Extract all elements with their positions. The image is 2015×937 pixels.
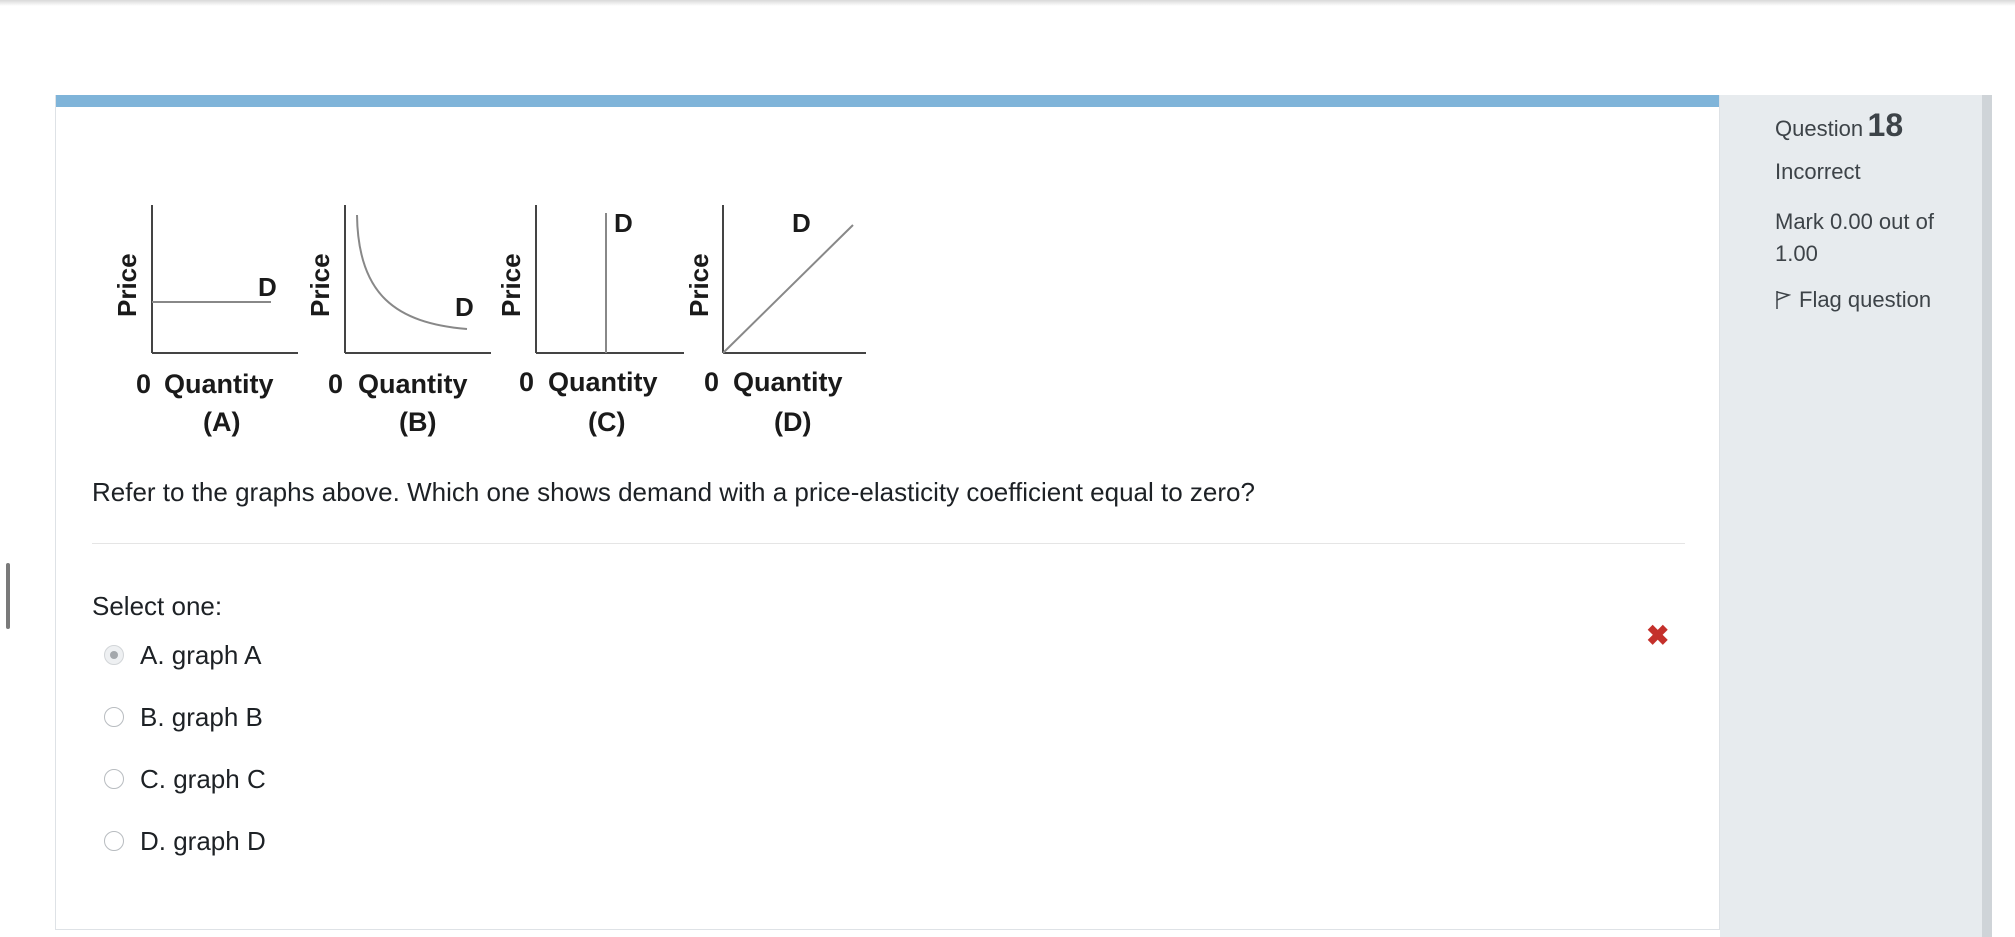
divider xyxy=(92,543,1685,544)
graph-b-tag: (B) xyxy=(399,407,436,437)
answer-option-c-label: C. graph C xyxy=(140,763,266,794)
graph-c-zero: 0 xyxy=(519,367,534,397)
flag-icon xyxy=(1776,291,1791,309)
graph-b-curve-label: D xyxy=(455,292,474,322)
question-text: Refer to the graphs above. Which one sho… xyxy=(92,477,1255,507)
graph-d-tag: (D) xyxy=(774,407,811,437)
graph-b-x-label: Quantity xyxy=(358,369,468,399)
answer-option-a[interactable]: A. graph A xyxy=(104,638,261,672)
graph-b-zero: 0 xyxy=(328,369,343,399)
graph-a-curve-label: D xyxy=(258,272,277,302)
graph-d-zero: 0 xyxy=(704,367,719,397)
question-info-panel: Question 18 Incorrect Mark 0.00 out of 1… xyxy=(1720,95,1982,937)
radio-option-a[interactable] xyxy=(104,645,124,665)
graph-d-y-label: Price xyxy=(684,253,714,317)
graph-d: Price D 0 Quantity (D) xyxy=(684,205,871,437)
graph-c-y-label: Price xyxy=(496,253,526,317)
answer-option-b-label: B. graph B xyxy=(140,701,263,732)
graph-a: Price D 0 Quantity (A) xyxy=(112,205,298,437)
question-card: Price D 0 Quantity (A) Price D 0 Quantit… xyxy=(55,95,1720,930)
graph-a-x-label: Quantity xyxy=(164,369,274,399)
graph-d-demand-line xyxy=(722,224,854,354)
radio-option-b[interactable] xyxy=(104,707,124,727)
incorrect-x-icon: ✖ xyxy=(1646,620,1670,651)
graph-a-tag: (A) xyxy=(203,407,240,437)
graph-c-curve-label: D xyxy=(614,208,633,238)
question-number-label: Question xyxy=(1775,116,1864,141)
graph-a-zero: 0 xyxy=(136,369,151,399)
graph-c: Price D 0 Quantity (C) xyxy=(496,205,684,437)
question-number-value: 18 xyxy=(1867,107,1904,143)
question-state: Incorrect xyxy=(1775,159,1861,184)
demand-graphs-svg: Price D 0 Quantity (A) Price D 0 Quantit… xyxy=(112,205,871,437)
select-one-prompt: Select one: xyxy=(92,591,223,621)
flag-question-label: Flag question xyxy=(1799,287,1932,312)
answer-option-b[interactable]: B. graph B xyxy=(104,700,263,734)
question-number: Question 18 xyxy=(1775,107,1903,144)
left-edge-marker xyxy=(6,563,10,629)
graph-b-y-label: Price xyxy=(305,253,335,317)
graph-d-curve-label: D xyxy=(792,208,811,238)
graph-c-tag: (C) xyxy=(588,407,625,437)
flag-question-link[interactable]: Flag question xyxy=(1775,287,1931,313)
answer-option-c[interactable]: C. graph C xyxy=(104,762,266,796)
answer-option-d[interactable]: D. graph D xyxy=(104,824,266,858)
graph-b-demand-curve xyxy=(356,214,468,330)
graph-d-x-label: Quantity xyxy=(733,367,843,397)
graph-b: Price D 0 Quantity (B) xyxy=(305,205,491,437)
question-grade: Mark 0.00 out of 1.00 xyxy=(1775,209,1934,266)
radio-option-d[interactable] xyxy=(104,831,124,851)
info-panel-scrollbar[interactable] xyxy=(1982,95,1992,937)
radio-option-c[interactable] xyxy=(104,769,124,789)
top-shadow xyxy=(0,0,2015,6)
card-accent-bar xyxy=(56,95,1719,107)
graph-a-y-label: Price xyxy=(112,253,142,317)
demand-graphs-figure: Price D 0 Quantity (A) Price D 0 Quantit… xyxy=(86,205,871,445)
answer-option-a-label: A. graph A xyxy=(140,639,262,670)
graph-c-x-label: Quantity xyxy=(548,367,658,397)
answer-option-d-label: D. graph D xyxy=(140,825,266,856)
